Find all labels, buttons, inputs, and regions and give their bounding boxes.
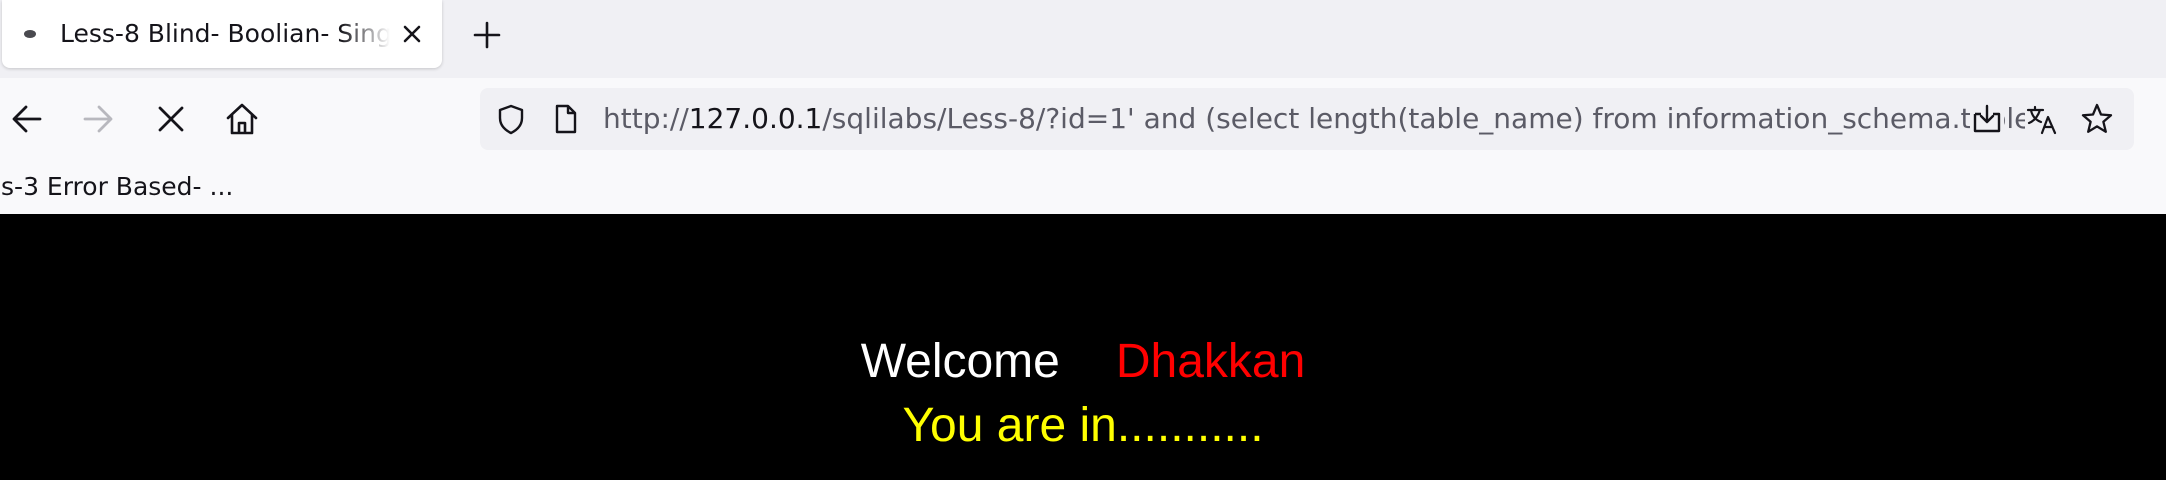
welcome-text: Welcome bbox=[860, 335, 1060, 388]
tab-active[interactable]: Less-8 Blind- Boolian- Single Quotes- St… bbox=[2, 0, 442, 68]
dot-favicon-icon bbox=[24, 30, 36, 38]
status-text: You are in........... bbox=[902, 399, 1264, 452]
close-tab-icon[interactable] bbox=[397, 19, 427, 49]
plus-icon bbox=[473, 21, 501, 49]
username-text: Dhakkan bbox=[1115, 335, 1306, 388]
bookmark-item[interactable]: ss-3 Error Based- ... bbox=[0, 160, 233, 214]
home-icon bbox=[226, 103, 258, 135]
page-icon[interactable] bbox=[548, 102, 582, 136]
bookmarks-toolbar: ss-3 Error Based- ... bbox=[0, 160, 2166, 214]
welcome-line: Welcome Dhakkan bbox=[0, 332, 2166, 392]
shield-icon[interactable] bbox=[494, 102, 528, 136]
translate-icon[interactable] bbox=[2025, 102, 2059, 136]
arrow-right-icon bbox=[83, 105, 113, 133]
stop-button[interactable] bbox=[150, 98, 192, 140]
star-icon[interactable] bbox=[2080, 102, 2114, 136]
url-scheme: http:// bbox=[603, 102, 689, 135]
url-text[interactable]: http://127.0.0.1/sqlilabs/Less-8/?id=1' … bbox=[603, 88, 2166, 150]
back-button[interactable] bbox=[6, 98, 48, 140]
address-bar[interactable]: http://127.0.0.1/sqlilabs/Less-8/?id=1' … bbox=[480, 88, 2134, 150]
forward-button[interactable] bbox=[77, 98, 119, 140]
url-full: http://127.0.0.1/sqlilabs/Less-8/?id=1' … bbox=[603, 88, 2166, 150]
page-content: Welcome Dhakkan You are in........... bbox=[0, 214, 2166, 480]
tab-strip: Less-8 Blind- Boolian- Single Quotes- St… bbox=[0, 0, 2166, 78]
new-tab-button[interactable] bbox=[470, 18, 504, 52]
url-host: 127.0.0.1 bbox=[688, 102, 823, 135]
tab-title: Less-8 Blind- Boolian- Single Quotes- St… bbox=[60, 19, 390, 48]
close-icon bbox=[158, 106, 184, 132]
navigation-toolbar: http://127.0.0.1/sqlilabs/Less-8/?id=1' … bbox=[0, 78, 2166, 160]
arrow-left-icon bbox=[12, 105, 42, 133]
download-icon[interactable] bbox=[1970, 102, 2004, 136]
home-button[interactable] bbox=[221, 98, 263, 140]
url-path: /sqlilabs/Less-8/?id=1' and (select leng… bbox=[822, 102, 2046, 135]
